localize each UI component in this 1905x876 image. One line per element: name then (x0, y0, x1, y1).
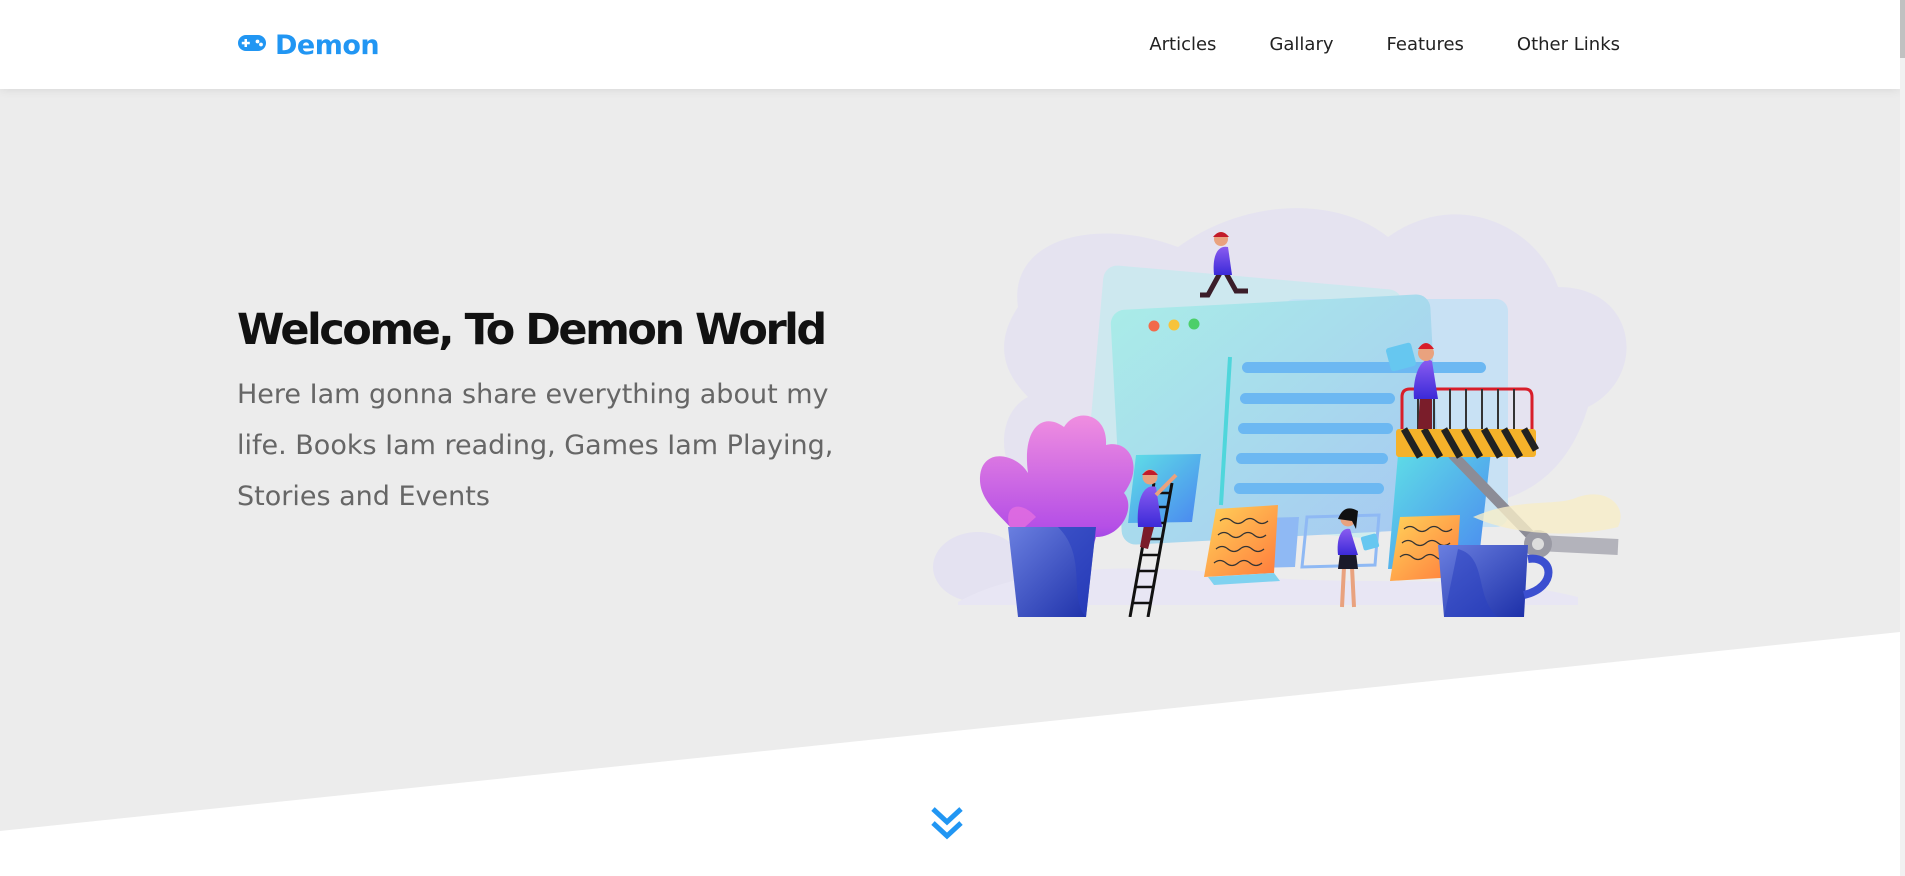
nav-articles[interactable]: Articles (1149, 34, 1216, 55)
site-header: Demon Articles Gallary Features Other Li… (0, 0, 1900, 89)
scrollbar-thumb[interactable] (1900, 0, 1905, 58)
nav-other-links[interactable]: Other Links (1517, 34, 1620, 55)
intro-description: Here Iam gonna share everything about my… (237, 378, 834, 512)
logo-text: Demon (275, 29, 380, 61)
page-title: Welcome, To Demon World (237, 305, 827, 355)
double-chevron-down-icon[interactable] (930, 805, 964, 843)
website-building-illustration (933, 208, 1627, 617)
nav-gallary[interactable]: Gallary (1269, 34, 1333, 55)
gamepad-icon (237, 32, 267, 58)
nav-features[interactable]: Features (1387, 34, 1464, 55)
main-nav: Articles Gallary Features Other Links (1096, 0, 1620, 89)
page-scrollbar[interactable] (1900, 0, 1905, 876)
intro-text: Welcome, To Demon World Here Iam gonna s… (237, 305, 857, 522)
logo-link[interactable]: Demon (237, 24, 380, 66)
landing-section: Welcome, To Demon World Here Iam gonna s… (0, 89, 1900, 876)
